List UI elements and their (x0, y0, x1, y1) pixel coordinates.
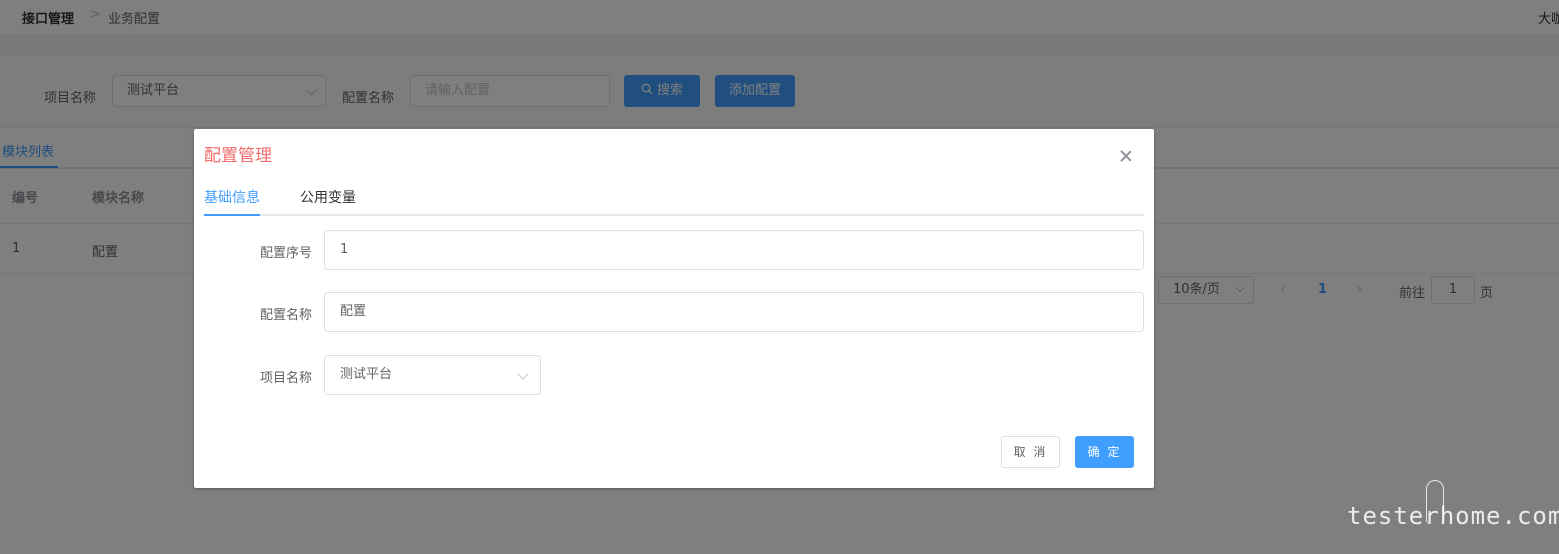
config-number-value: 1 (340, 242, 349, 257)
cancel-button[interactable]: 取 消 (1001, 436, 1060, 468)
tab-public-variables[interactable]: 公用变量 (300, 187, 356, 207)
watermark: testerhome.com (1347, 502, 1559, 530)
config-dialog: 配置管理 基础信息 公用变量 配置序号 1 配置名称 配置 项目名称 测试平台 … (194, 129, 1154, 488)
chevron-down-icon (517, 368, 529, 380)
project-name-select[interactable]: 测试平台 (324, 355, 541, 395)
dialog-title: 配置管理 (204, 146, 272, 166)
config-name-input[interactable]: 配置 (324, 292, 1144, 332)
dialog-tabs: 基础信息 公用变量 (204, 179, 1144, 216)
config-name-value: 配置 (340, 304, 367, 319)
config-number-input[interactable]: 1 (324, 230, 1144, 270)
config-name-label: 配置名称 (259, 308, 312, 323)
tab-basic-info[interactable]: 基础信息 (204, 187, 260, 207)
dialog-tab-active-indicator (204, 214, 260, 216)
close-icon[interactable] (1119, 149, 1133, 163)
config-number-label: 配置序号 (259, 246, 312, 261)
project-name-value: 测试平台 (340, 367, 393, 382)
project-name-label: 项目名称 (259, 371, 312, 386)
confirm-button[interactable]: 确 定 (1075, 436, 1134, 468)
